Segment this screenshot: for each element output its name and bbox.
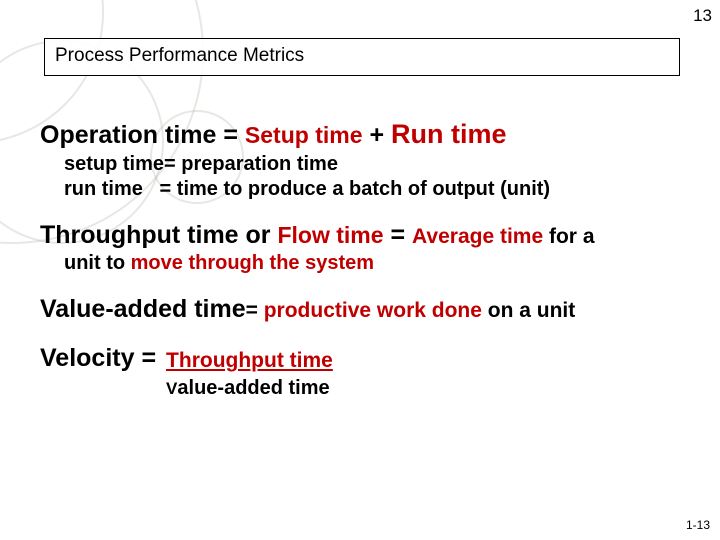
text: alue-added time	[177, 377, 329, 399]
text: = time to produce a batch of output (uni…	[154, 178, 550, 200]
run-time-text: Run time	[391, 119, 507, 149]
flow-time-text: Flow time	[277, 222, 383, 248]
slide-title-box: Process Performance Metrics	[44, 38, 680, 76]
value-added-line: Value-added time= productive work done o…	[40, 294, 690, 325]
text: on a unit	[482, 299, 575, 322]
runtime-definition: run time = time to produce a batch of ou…	[64, 177, 690, 202]
slide-content: Operation time = Setup time + Run time s…	[40, 118, 690, 419]
velocity-denominator: Value-added time	[166, 375, 333, 401]
velocity-numerator: Throughput time	[166, 349, 333, 372]
page-number-top: 13	[693, 6, 712, 26]
setup-time-text: Setup time	[245, 122, 363, 148]
slide-title: Process Performance Metrics	[55, 45, 304, 66]
setup-definition: setup time= preparation time	[64, 152, 690, 177]
velocity-label: Velocity =	[40, 343, 156, 374]
text: =	[384, 221, 413, 249]
throughput-time-line: Throughput time or Flow time = Average t…	[40, 220, 690, 251]
velocity-fraction: Throughput time Value-added time	[166, 347, 333, 400]
velocity-block: Velocity = Throughput time Value-added t…	[40, 343, 690, 400]
page-number-bottom: 1-13	[686, 518, 710, 532]
text: V	[166, 379, 177, 398]
text: for a	[543, 225, 594, 248]
throughput-time-block: Throughput time or Flow time = Average t…	[40, 220, 690, 276]
text: run time	[64, 177, 154, 202]
value-added-block: Value-added time= productive work done o…	[40, 294, 690, 325]
text: +	[363, 121, 392, 149]
text: Operation time =	[40, 121, 245, 149]
average-time-text: Average time	[412, 225, 543, 248]
operation-time-block: Operation time = Setup time + Run time s…	[40, 118, 690, 202]
text: =	[246, 299, 264, 322]
text: move through the system	[131, 252, 374, 274]
text: Throughput time or	[40, 221, 277, 249]
operation-time-line: Operation time = Setup time + Run time	[40, 118, 690, 152]
throughput-sub: unit to move through the system	[64, 251, 690, 276]
text: unit to	[64, 252, 131, 274]
text: Value-added time	[40, 295, 246, 323]
productive-work-text: productive work done	[264, 299, 482, 322]
